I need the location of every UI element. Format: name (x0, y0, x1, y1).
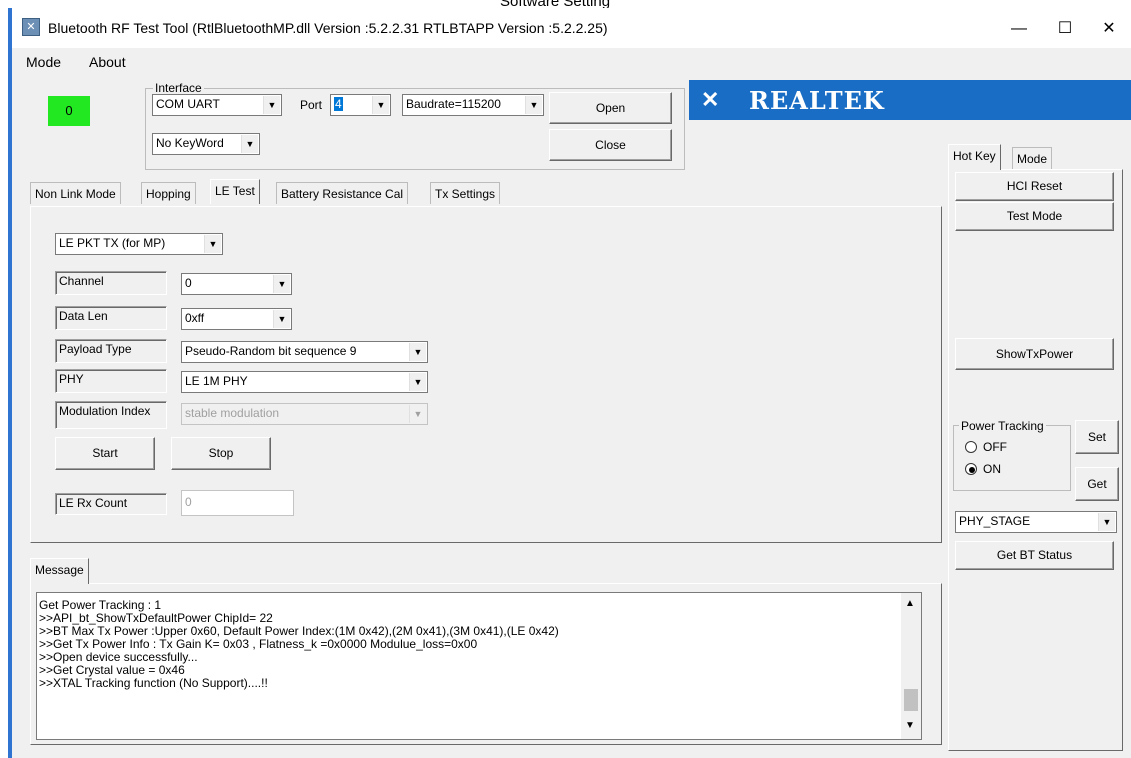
title-bar: ✕ Bluetooth RF Test Tool (RtlBluetoothMP… (12, 8, 1131, 48)
stop-button[interactable]: Stop (171, 437, 271, 470)
connection-type-select[interactable]: COM UART ▼ (152, 94, 282, 116)
phy-select[interactable]: LE 1M PHY ▼ (181, 371, 428, 393)
chevron-down-icon: ▼ (409, 373, 426, 391)
hot-key-panel: HCI Reset Test Mode ShowTxPower Power Tr… (948, 169, 1123, 751)
power-tracking-off-radio[interactable] (965, 441, 977, 453)
status-select-value: PHY_STAGE (959, 514, 1031, 528)
tab-message[interactable]: Message (30, 558, 89, 584)
phy-label: PHY (55, 369, 167, 393)
le-rx-count-label: LE Rx Count (55, 493, 167, 515)
chevron-down-icon: ▼ (409, 343, 426, 361)
phy-value: LE 1M PHY (185, 374, 248, 388)
menu-mode[interactable]: Mode (26, 54, 61, 70)
chevron-down-icon: ▼ (409, 405, 426, 423)
power-tracking-set-button[interactable]: Set (1075, 420, 1119, 454)
baudrate-value: Baudrate=115200 (406, 97, 501, 111)
hci-reset-button[interactable]: HCI Reset (955, 172, 1114, 201)
menu-bar: Mode About (12, 48, 1131, 74)
status-select[interactable]: PHY_STAGE ▼ (955, 511, 1117, 533)
tab-hopping[interactable]: Hopping (141, 182, 196, 204)
chevron-down-icon: ▼ (273, 275, 290, 293)
channel-value: 0 (185, 276, 192, 290)
keyword-select[interactable]: No KeyWord ▼ (152, 133, 260, 155)
payload-type-value: Pseudo-Random bit sequence 9 (185, 344, 357, 358)
chevron-down-icon: ▼ (204, 235, 221, 253)
tab-non-link-mode[interactable]: Non Link Mode (30, 182, 121, 204)
tab-hot-key[interactable]: Hot Key (948, 144, 1001, 170)
power-tracking-off-label: OFF (983, 440, 1007, 454)
maximize-button[interactable]: ☐ (1042, 14, 1088, 44)
chevron-down-icon: ▼ (1098, 513, 1115, 531)
scroll-up-icon[interactable]: ▲ (905, 597, 915, 610)
minimize-button[interactable]: — (996, 14, 1042, 44)
payload-type-label: Payload Type (55, 339, 167, 363)
get-bt-status-button[interactable]: Get BT Status (955, 541, 1114, 570)
scroll-down-icon[interactable]: ▼ (905, 719, 915, 732)
le-rx-count-field: 0 (181, 490, 294, 516)
open-button[interactable]: Open (549, 92, 672, 124)
le-mode-select[interactable]: LE PKT TX (for MP) ▼ (55, 233, 223, 255)
interface-group-label: Interface (153, 81, 204, 95)
main-tabstrip: Non Link Mode Hopping LE Test Battery Re… (30, 179, 550, 206)
test-mode-button[interactable]: Test Mode (955, 202, 1114, 231)
chevron-down-icon: ▼ (241, 135, 258, 153)
datalen-value: 0xff (185, 311, 205, 325)
port-value: 4 (334, 97, 343, 111)
datalen-label: Data Len (55, 306, 167, 330)
modulation-index-label: Modulation Index (55, 401, 167, 429)
scroll-thumb[interactable] (904, 689, 918, 711)
le-test-panel: LE PKT TX (for MP) ▼ Channel 0 ▼ Data Le… (30, 206, 942, 543)
modulation-index-value: stable modulation (185, 406, 280, 420)
message-log[interactable]: Get Power Tracking : 1 >>API_bt_ShowTxDe… (36, 592, 922, 740)
power-tracking-group (953, 425, 1071, 491)
crab-logo-icon: ✕ (701, 87, 720, 112)
chevron-down-icon: ▼ (372, 96, 389, 114)
chevron-down-icon: ▼ (263, 96, 280, 114)
realtek-logo: ✕ REALTEK (689, 80, 1131, 120)
message-panel: Get Power Tracking : 1 >>API_bt_ShowTxDe… (30, 583, 942, 745)
realtek-logo-text: REALTEK (749, 86, 885, 115)
message-scrollbar[interactable]: ▲ ▼ (901, 593, 921, 739)
connection-type-value: COM UART (156, 97, 220, 111)
tab-mode[interactable]: Mode (1012, 147, 1053, 170)
power-tracking-get-button[interactable]: Get (1075, 467, 1119, 501)
le-mode-value: LE PKT TX (for MP) (59, 236, 166, 250)
chevron-down-icon: ▼ (273, 310, 290, 328)
show-tx-power-button[interactable]: ShowTxPower (955, 338, 1114, 370)
datalen-select[interactable]: 0xff ▼ (181, 308, 292, 330)
message-lines: Get Power Tracking : 1 >>API_bt_ShowTxDe… (39, 599, 897, 690)
payload-type-select[interactable]: Pseudo-Random bit sequence 9 ▼ (181, 341, 428, 363)
keyword-value: No KeyWord (156, 136, 224, 150)
tab-le-test[interactable]: LE Test (210, 179, 260, 204)
close-button[interactable]: Close (549, 129, 672, 161)
channel-select[interactable]: 0 ▼ (181, 273, 292, 295)
close-window-button[interactable]: ✕ (1086, 14, 1131, 44)
start-button[interactable]: Start (55, 437, 155, 470)
chevron-down-icon: ▼ (525, 96, 542, 114)
connection-status-indicator: 0 (48, 96, 90, 126)
message-line: >>XTAL Tracking function (No Support)...… (39, 676, 268, 690)
le-rx-count-value: 0 (185, 495, 192, 509)
app-icon: ✕ (22, 18, 40, 36)
power-tracking-on-radio[interactable] (965, 463, 977, 475)
menu-about[interactable]: About (89, 54, 126, 70)
channel-label: Channel (55, 271, 167, 295)
port-select[interactable]: 4 ▼ (330, 94, 391, 116)
tab-battery-resistance-cal[interactable]: Battery Resistance Cal (276, 182, 409, 204)
baudrate-select[interactable]: Baudrate=115200 ▼ (402, 94, 544, 116)
power-tracking-label: Power Tracking (959, 419, 1046, 433)
app-window: ✕ Bluetooth RF Test Tool (RtlBluetoothMP… (8, 8, 1131, 758)
tab-tx-settings[interactable]: Tx Settings (430, 182, 501, 204)
port-label: Port (300, 98, 323, 112)
power-tracking-on-label: ON (983, 462, 1001, 476)
window-title: Bluetooth RF Test Tool (RtlBluetoothMP.d… (48, 20, 608, 36)
modulation-index-select: stable modulation ▼ (181, 403, 428, 425)
